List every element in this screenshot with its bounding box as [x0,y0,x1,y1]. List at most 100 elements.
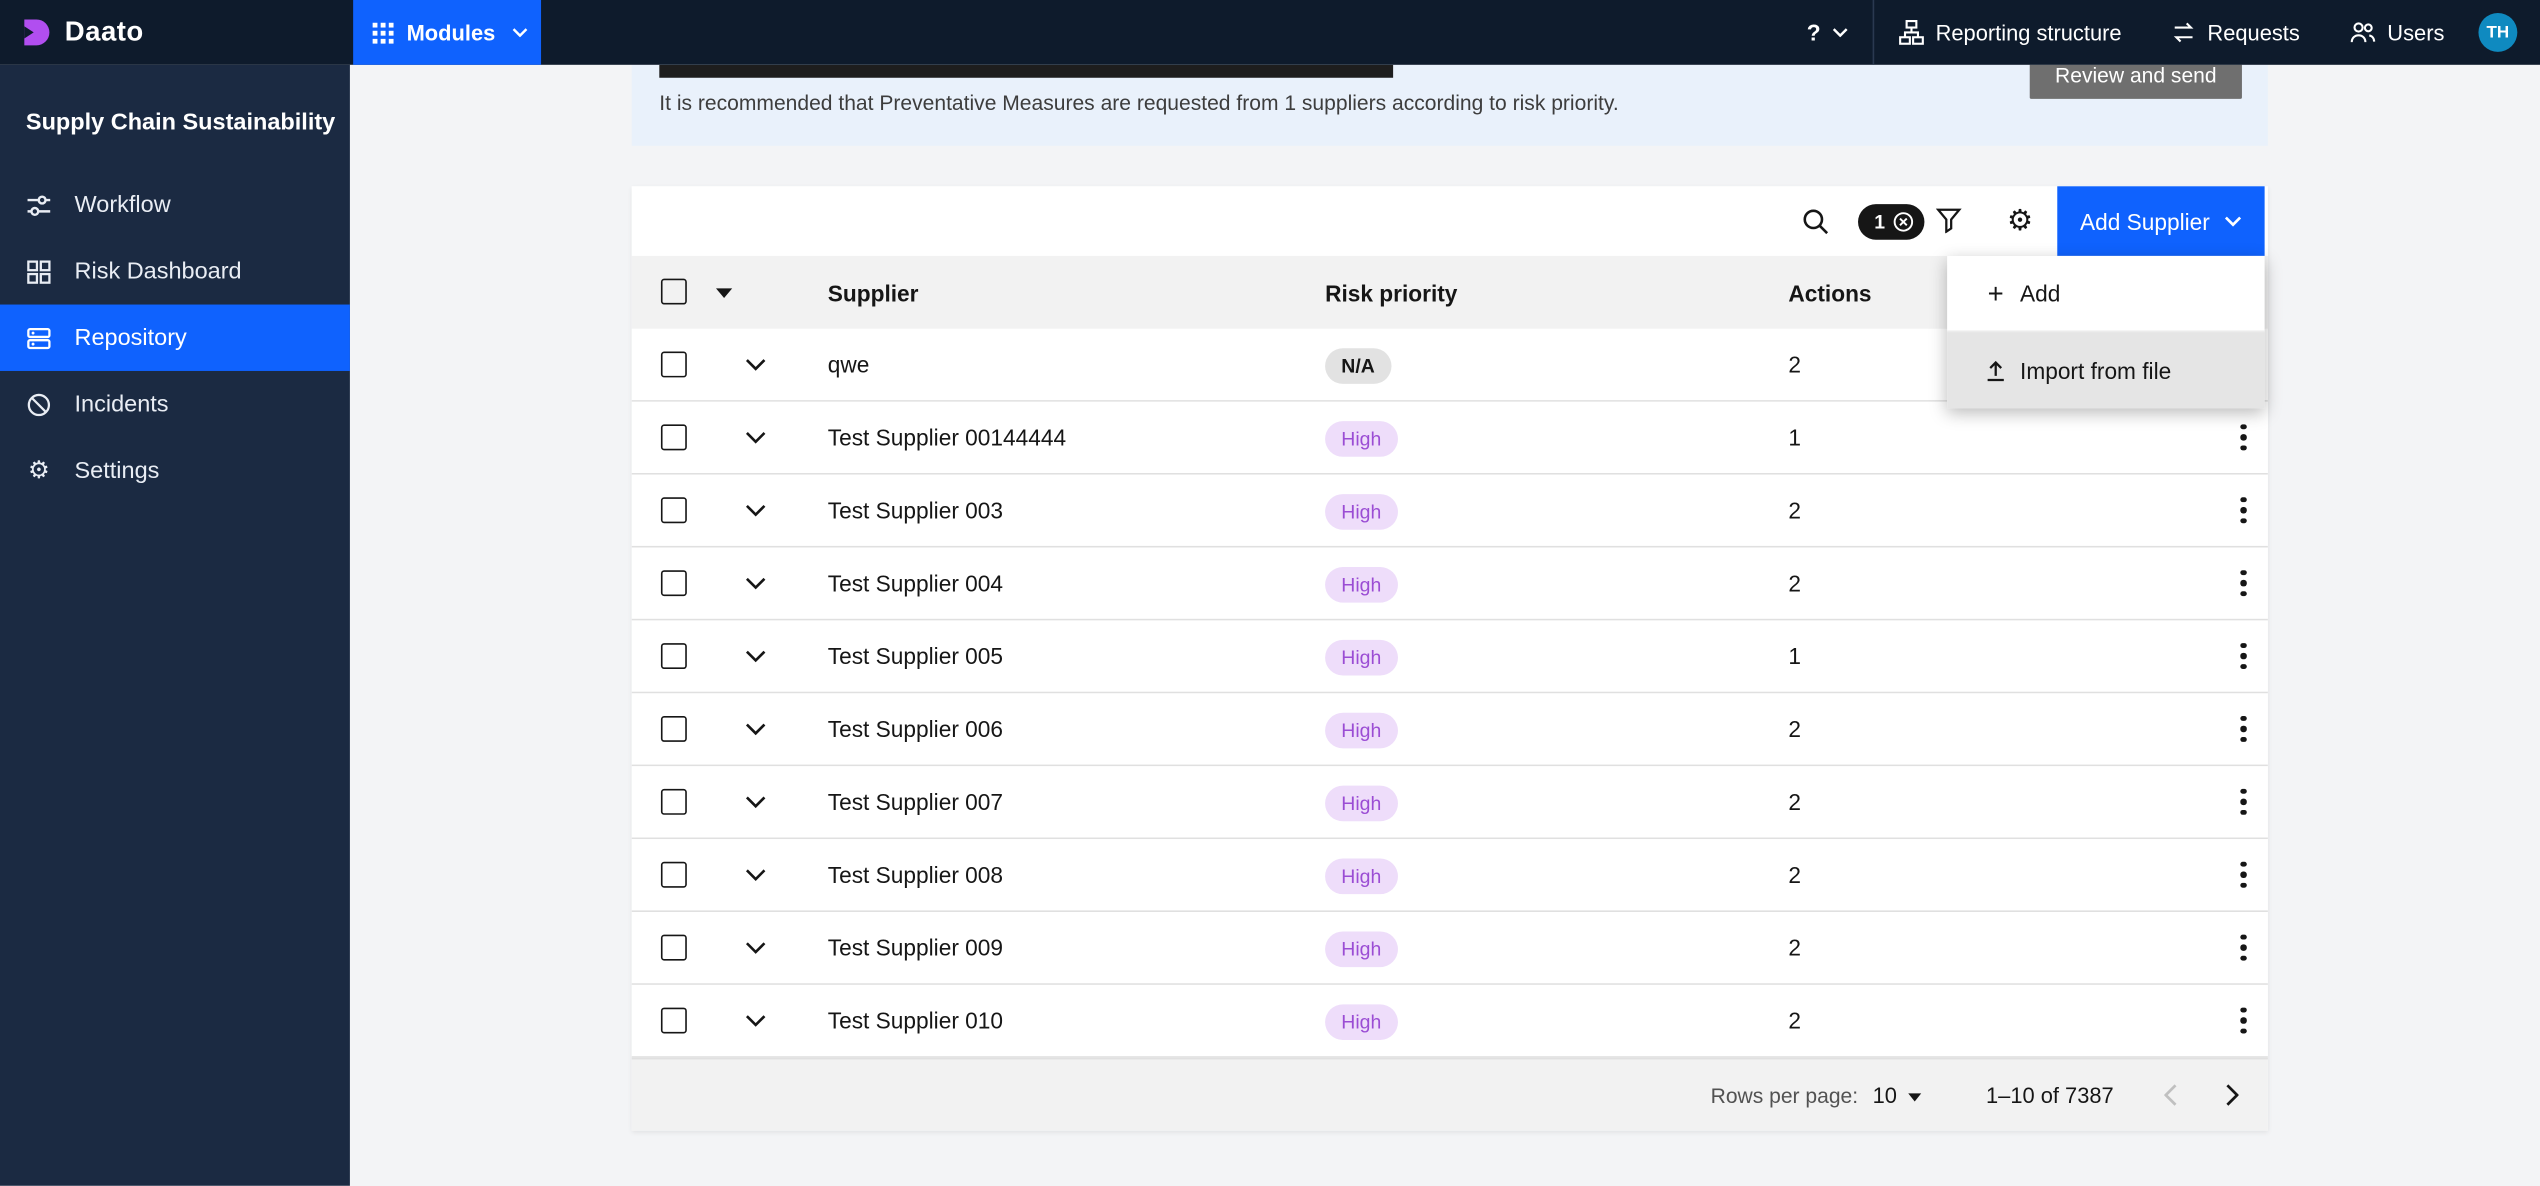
table-settings-button[interactable]: ⚙︎ [1994,194,2046,246]
supplier-name: Test Supplier 004 [827,570,1004,597]
chevron-down-icon[interactable] [745,693,768,764]
chevron-down-icon[interactable] [745,766,768,837]
grid-icon [372,21,394,43]
next-page-button[interactable] [2206,1069,2258,1121]
daato-logo-icon [19,16,51,48]
incidents-icon [26,391,52,417]
select-all-checkbox[interactable] [660,278,687,305]
row-checkbox[interactable] [660,861,687,888]
supplier-name: Test Supplier 00144444 [827,424,1067,451]
previous-page-button[interactable] [2145,1069,2197,1121]
sidebar-item-label: Repository [74,324,187,351]
actions-count: 2 [1788,934,1801,961]
row-checkbox[interactable] [660,788,687,815]
table-pagination: Rows per page: 10 1–10 of 7387 [631,1057,2268,1131]
chevron-down-icon[interactable] [745,985,768,1056]
active-filter-chip[interactable]: 1 [1858,204,1924,240]
modules-button[interactable]: Modules [353,0,542,65]
risk-priority-badge: High [1325,1003,1398,1040]
topnav-requests[interactable]: Requests [2146,0,2324,65]
actions-count: 2 [1788,497,1801,524]
chevron-down-icon [1832,28,1848,38]
clipped-page-header-fragment [659,64,1394,78]
table-row: Test Supplier 007 High 2 [631,766,2268,840]
table-row: Test Supplier 00144444 High 1 [631,401,2268,475]
topnav-users[interactable]: Users [2324,0,2469,65]
chevron-down-icon [2224,215,2242,227]
chevron-down-icon[interactable] [745,839,768,910]
table-row: Test Supplier 004 High 2 [631,547,2268,621]
sidebar-item-repository[interactable]: Repository [0,304,350,371]
supplier-name: Test Supplier 009 [827,934,1004,961]
menu-item-import-from-file[interactable]: Import from file [1947,332,2265,409]
kebab-menu-icon[interactable] [2231,839,2257,910]
sidebar-item-label: Settings [74,457,160,484]
actions-count: 1 [1788,424,1801,451]
row-checkbox[interactable] [660,497,687,524]
table-row: Test Supplier 009 High 2 [631,912,2268,985]
topnav-label: Reporting structure [1935,20,2122,45]
sidebar-item-settings[interactable]: ⚙︎ Settings [0,437,350,503]
row-checkbox[interactable] [660,424,687,451]
filter-funnel-icon [1935,207,1962,234]
supplier-name: Test Supplier 010 [827,1007,1004,1034]
add-supplier-button[interactable]: Add Supplier [2057,186,2265,256]
chevron-down-icon[interactable] [745,402,768,473]
repository-icon [26,325,52,351]
actions-count: 2 [1788,788,1801,815]
sidebar-item-workflow[interactable]: Workflow [0,172,350,238]
kebab-menu-icon[interactable] [2231,548,2257,619]
kebab-menu-icon[interactable] [2231,766,2257,837]
actions-count: 2 [1788,570,1801,597]
filter-button[interactable] [1923,194,1975,246]
risk-priority-badge: High [1325,711,1398,748]
supplier-name: Test Supplier 006 [827,715,1004,742]
search-button[interactable] [1788,194,1840,246]
avatar[interactable]: TH [2478,12,2518,52]
chevron-down-icon[interactable] [745,475,768,546]
sidebar-item-incidents[interactable]: Incidents [0,371,350,437]
workflow-icon [26,192,52,218]
supplier-name: Test Supplier 007 [827,788,1004,815]
help-button[interactable]: ? [1782,0,1872,65]
topnav-reporting-structure[interactable]: Reporting structure [1874,0,2146,65]
row-checkbox[interactable] [660,351,687,378]
actions-count: 2 [1788,351,1801,378]
suppliers-table-card: 1 ⚙︎ Add Supplier + Add Import from file… [631,186,2268,1131]
kebab-menu-icon[interactable] [2231,402,2257,473]
kebab-menu-icon[interactable] [2231,912,2257,983]
row-checkbox[interactable] [660,934,687,961]
kebab-menu-icon[interactable] [2231,475,2257,546]
table-body: qwe N/A 2 Test Supplier 00144444 High 1 … [631,328,2268,1058]
risk-priority-badge: High [1325,566,1398,602]
rows-per-page-select[interactable]: 10 [1873,1059,1922,1130]
users-icon [2348,19,2376,45]
row-checkbox[interactable] [660,1007,687,1034]
kebab-menu-icon[interactable] [2231,985,2257,1056]
row-checkbox[interactable] [660,715,687,742]
clear-filter-icon[interactable] [1892,211,1915,234]
table-row: Test Supplier 003 High 2 [631,474,2268,548]
search-icon [1801,207,1829,235]
kebab-menu-icon[interactable] [2231,693,2257,764]
row-checkbox[interactable] [660,570,687,597]
requests-icon [2170,19,2196,45]
kebab-menu-icon[interactable] [2231,620,2257,691]
actions-count: 2 [1788,861,1801,888]
chevron-down-icon[interactable] [745,912,768,983]
sidebar-item-risk-dashboard[interactable]: Risk Dashboard [0,238,350,304]
review-and-send-button[interactable]: Review and send [2029,64,2242,99]
chevron-down-icon[interactable] [745,548,768,619]
menu-item-label: Import from file [2020,357,2172,384]
row-checkbox[interactable] [660,643,687,670]
menu-item-add[interactable]: + Add [1947,256,2265,333]
plus-icon: + [1987,277,2004,309]
risk-priority-badge: N/A [1325,347,1391,384]
pagination-range: 1–10 of 7387 [1985,1082,2114,1108]
chevron-down-icon[interactable] [745,620,768,691]
sidebar-item-label: Risk Dashboard [74,258,242,285]
add-supplier-label: Add Supplier [2079,208,2210,235]
chevron-down-icon[interactable] [745,329,768,400]
select-all-caret-icon[interactable] [715,288,733,299]
chevron-right-icon [2226,1084,2239,1107]
